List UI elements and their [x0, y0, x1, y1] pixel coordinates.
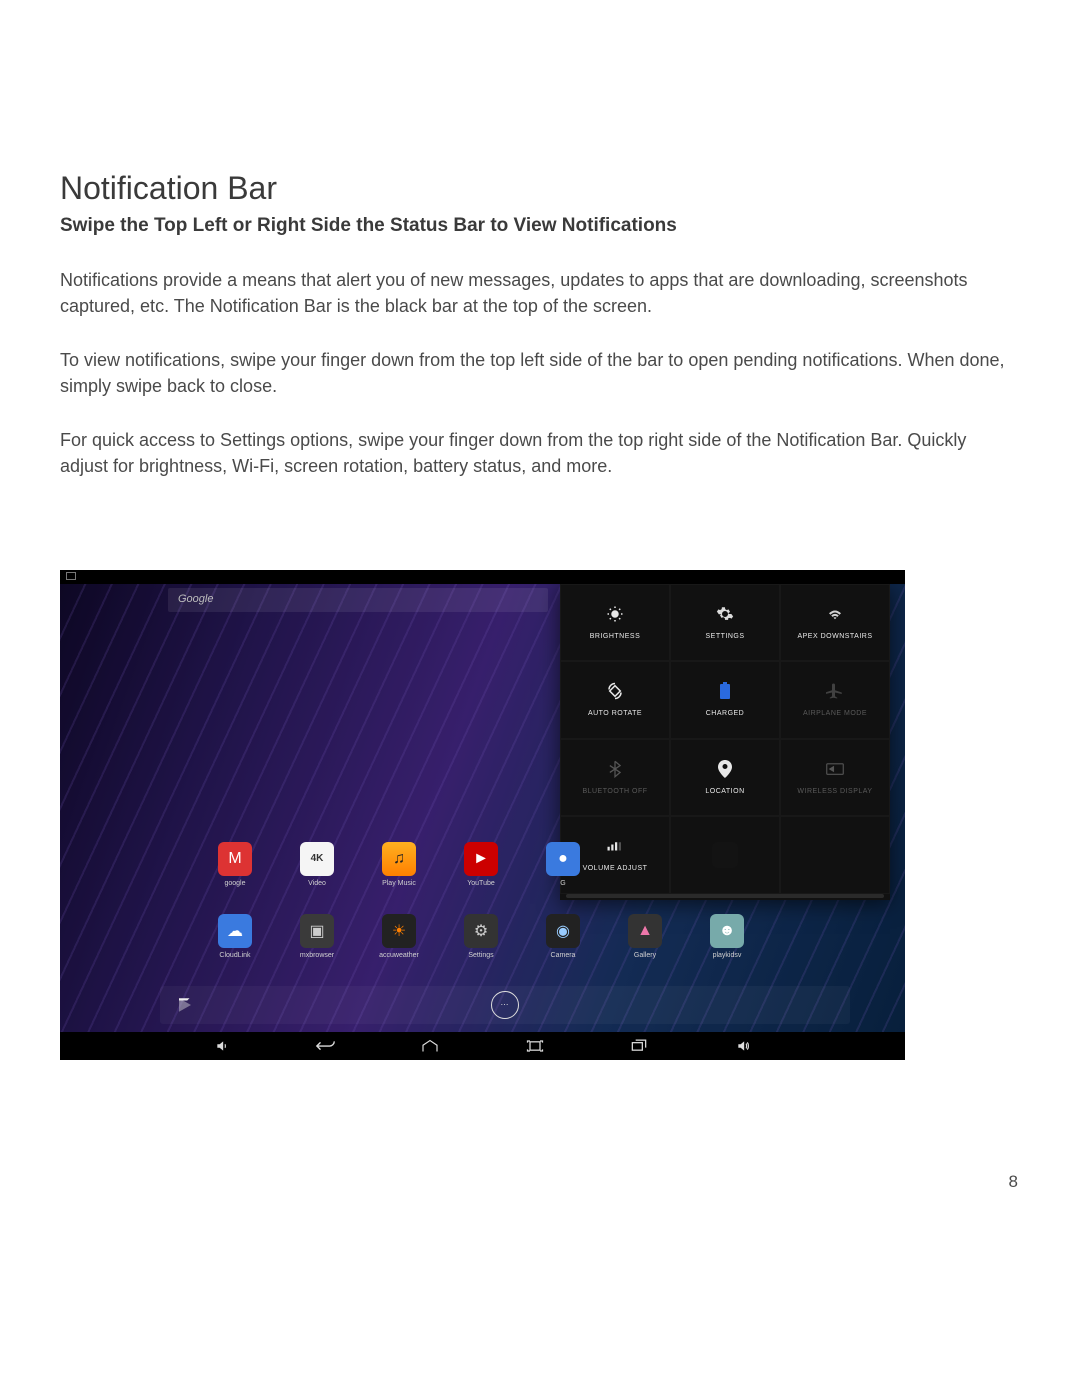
location-icon	[716, 760, 734, 778]
google-search-bar[interactable]: Google	[168, 588, 548, 612]
app-cloudlink[interactable]: ☁ CloudLink	[215, 914, 255, 959]
qs-tile-label: APEX DOWNSTAIRS	[797, 633, 872, 640]
qs-tile-battery[interactable]: CHARGED	[670, 661, 780, 739]
app-icon: ●	[546, 842, 580, 876]
app-label: google	[224, 880, 245, 887]
bluetooth-icon	[606, 760, 624, 778]
page-heading: Notification Bar	[60, 170, 1020, 207]
app-icon: ⚙	[464, 914, 498, 948]
page-subheading: Swipe the Top Left or Right Side the Sta…	[60, 215, 1020, 237]
settings-icon	[716, 605, 734, 623]
panel-handle[interactable]	[566, 894, 884, 898]
status-icon	[66, 572, 76, 580]
app-icon: ☻	[710, 914, 744, 948]
qs-tile-label: CHARGED	[706, 710, 745, 717]
navigation-bar	[60, 1032, 905, 1060]
qs-tile-settings[interactable]: SETTINGS	[670, 584, 780, 662]
play-store-icon[interactable]	[174, 994, 196, 1016]
qs-tile-label: BLUETOOTH OFF	[582, 788, 647, 795]
app-label: CloudLink	[219, 952, 250, 959]
screenshot-button[interactable]	[520, 1037, 550, 1055]
app-play-music[interactable]: ♫ Play Music	[379, 842, 419, 887]
app-drawer-button[interactable]: ⋯	[491, 991, 519, 1019]
qs-tile-label: SETTINGS	[705, 633, 744, 640]
qs-tile-brightness[interactable]: BRIGHTNESS	[560, 584, 670, 662]
paragraph-3: For quick access to Settings options, sw…	[60, 427, 1010, 479]
app-drawer-glyph: ⋯	[501, 1000, 510, 1009]
qs-tile-empty	[670, 816, 780, 894]
brightness-icon	[606, 605, 624, 623]
app-label: Camera	[551, 952, 576, 959]
app-label: accuweather	[379, 952, 419, 959]
qs-tile-airplane[interactable]: AIRPLANE MODE	[780, 661, 890, 739]
app-label: YouTube	[467, 880, 495, 887]
paragraph-1: Notifications provide a means that alert…	[60, 267, 1010, 319]
qs-tile-label: AIRPLANE MODE	[803, 710, 867, 717]
back-button[interactable]	[311, 1037, 341, 1055]
qs-tile-rotate[interactable]: AUTO ROTATE	[560, 661, 670, 739]
app-label: G	[560, 880, 565, 887]
app-accuweather[interactable]: ☀ accuweather	[379, 914, 419, 959]
qs-tile-label: LOCATION	[705, 788, 744, 795]
app-label: Gallery	[634, 952, 656, 959]
app-camera[interactable]: ◉ Camera	[543, 914, 583, 959]
app-icon: ►	[464, 842, 498, 876]
wifi-icon	[826, 605, 844, 623]
cast-icon	[826, 760, 844, 778]
app-icon: ▲	[628, 914, 662, 948]
home-button[interactable]	[415, 1037, 445, 1055]
qs-tile-location[interactable]: LOCATION	[670, 739, 780, 817]
app-gallery[interactable]: ▲ Gallery	[625, 914, 665, 959]
app-label: Settings	[468, 952, 493, 959]
qs-tile-label: BRIGHTNESS	[590, 633, 641, 640]
app-g[interactable]: ●G	[543, 842, 583, 887]
app-video[interactable]: 4K Video	[297, 842, 337, 887]
app-label: mxbrowser	[300, 952, 334, 959]
qs-tile-bluetooth[interactable]: BLUETOOTH OFF	[560, 739, 670, 817]
app-youtube[interactable]: ► YouTube	[461, 842, 501, 887]
qs-tile-label: WIRELESS DISPLAY	[797, 788, 872, 795]
wallpaper: Google BRIGHTNESS SETTINGS APEX DOWNSTAIRS…	[60, 584, 905, 1032]
app-google[interactable]: Mgoogle	[215, 842, 255, 887]
app-mxbrowser[interactable]: ▣ mxbrowser	[297, 914, 337, 959]
quick-settings-panel: BRIGHTNESS SETTINGS APEX DOWNSTAIRS AUTO RO…	[560, 584, 890, 900]
recents-button[interactable]	[624, 1037, 654, 1055]
qs-tile-label: VOLUME ADJUST	[583, 865, 648, 872]
paragraph-2: To view notifications, swipe your finger…	[60, 347, 1010, 399]
rotate-icon	[606, 682, 624, 700]
app-icon: ◉	[546, 914, 580, 948]
qs-tile-empty	[780, 816, 890, 894]
dock: ⋯	[160, 986, 850, 1024]
volume-up-button[interactable]	[728, 1037, 758, 1055]
app-icon: ☀	[382, 914, 416, 948]
app-settings[interactable]: ⚙ Settings	[461, 914, 501, 959]
app-icon: M	[218, 842, 252, 876]
qs-tile-cast[interactable]: WIRELESS DISPLAY	[780, 739, 890, 817]
airplane-icon	[826, 682, 844, 700]
app-icon: ▣	[300, 914, 334, 948]
qs-tile-label: AUTO ROTATE	[588, 710, 642, 717]
app-icon: ♫	[382, 842, 416, 876]
app-label: playkidsv	[713, 952, 742, 959]
tablet-screenshot: Google BRIGHTNESS SETTINGS APEX DOWNSTAIRS…	[60, 570, 905, 1060]
app-icon: ☁	[218, 914, 252, 948]
status-bar	[60, 570, 905, 584]
page-number: 8	[1009, 1172, 1018, 1192]
qs-tile-wifi[interactable]: APEX DOWNSTAIRS	[780, 584, 890, 662]
app-playkidsv[interactable]: ☻ playkidsv	[707, 914, 747, 959]
volume-down-button[interactable]	[207, 1037, 237, 1055]
volume-icon	[606, 837, 624, 855]
battery-icon	[716, 682, 734, 700]
app-label: Play Music	[382, 880, 416, 887]
app-icon: 4K	[300, 842, 334, 876]
app-label: Video	[308, 880, 326, 887]
